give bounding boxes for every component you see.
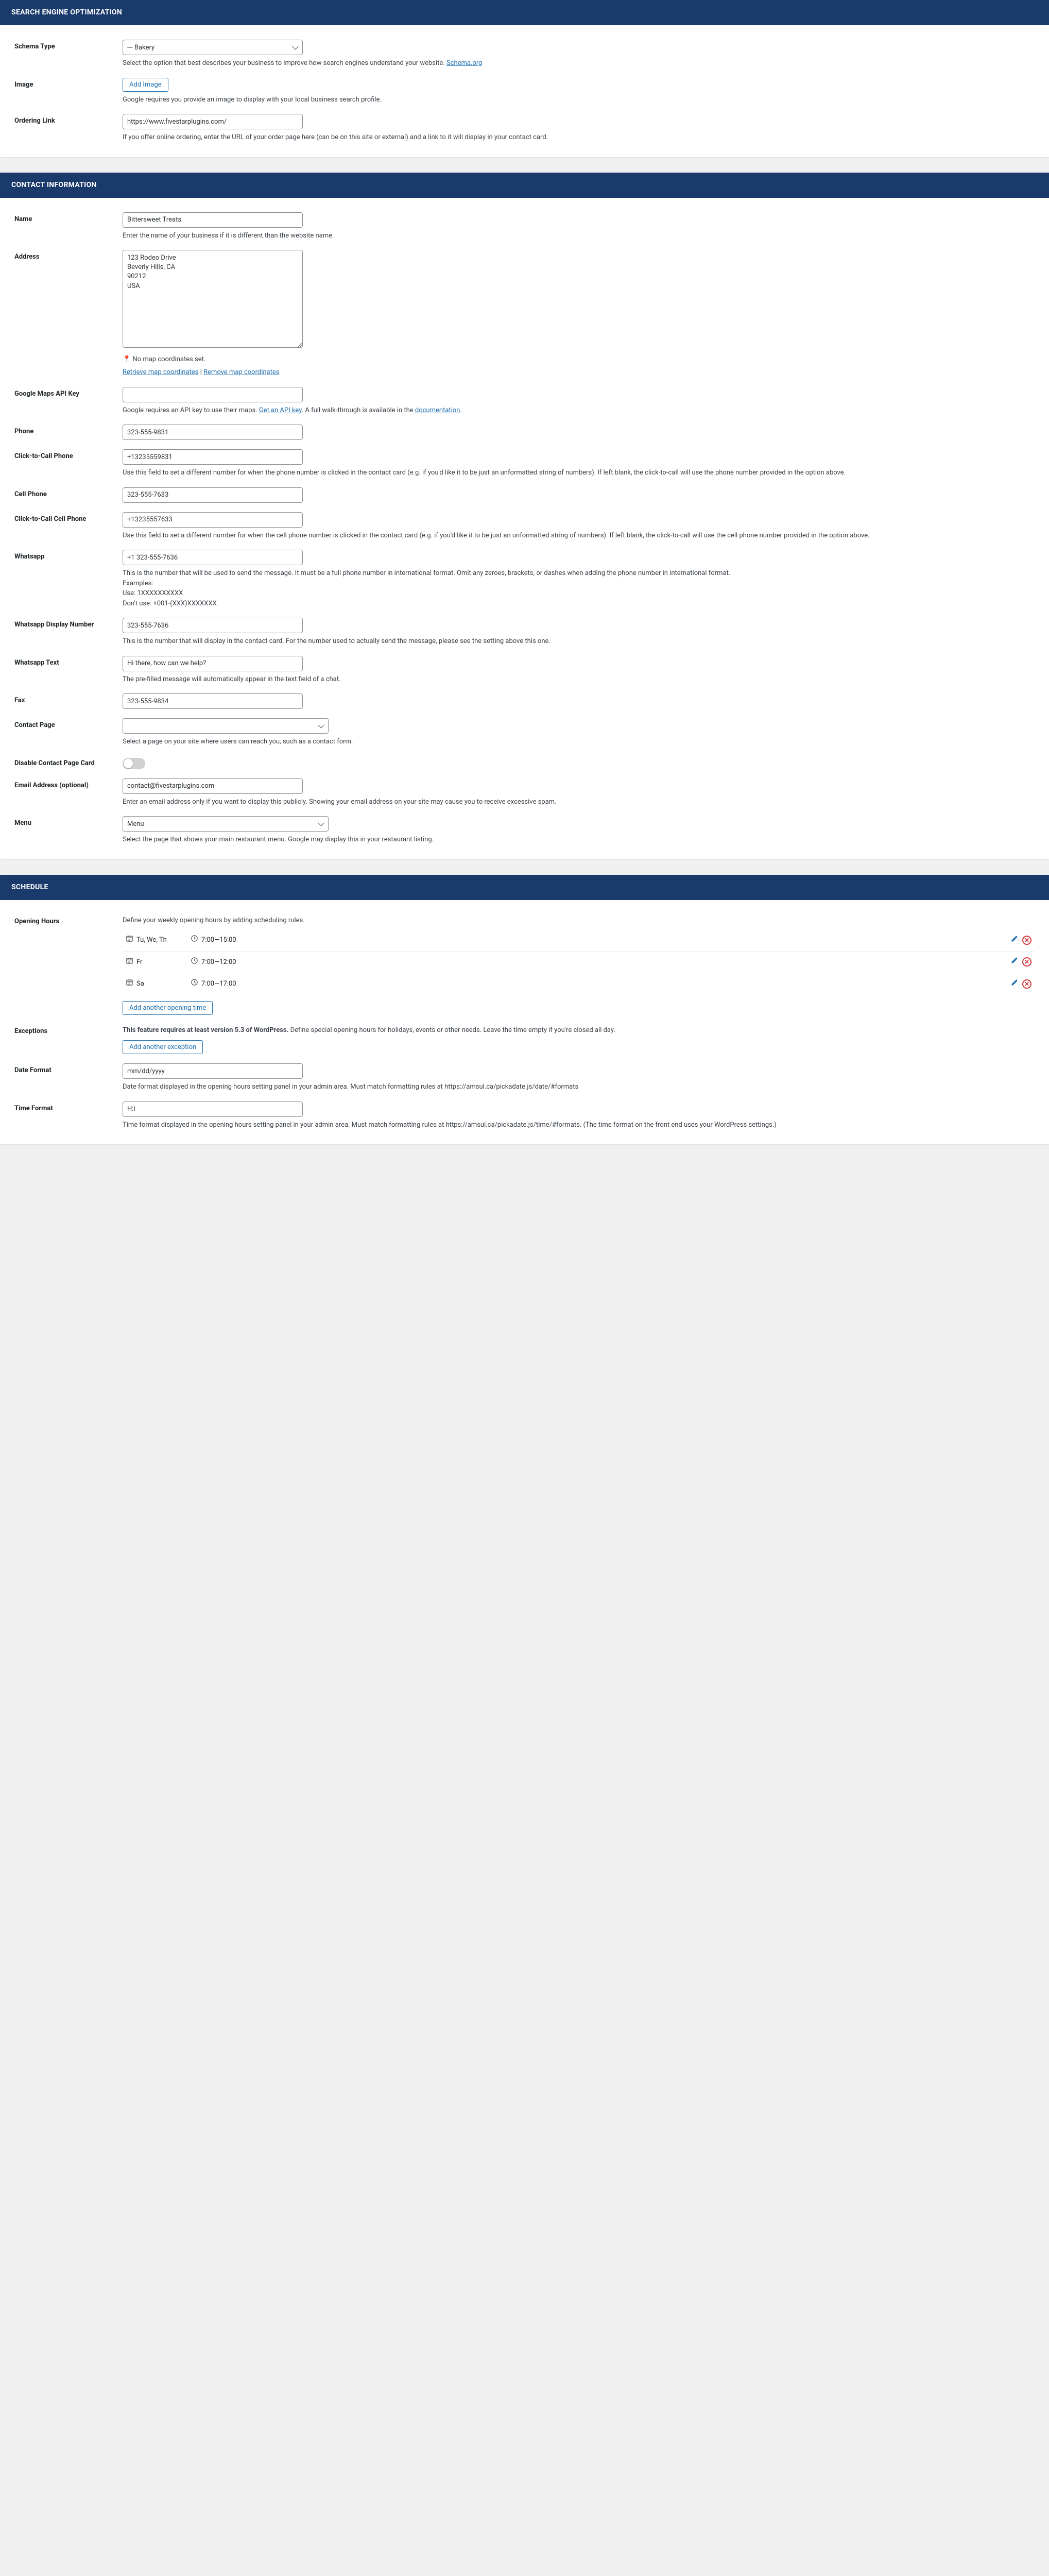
disable-card-label: Disable Contact Page Card — [14, 756, 112, 769]
retrieve-map-link[interactable]: Retrieve map coordinates — [123, 368, 198, 376]
opening-intro: Define your weekly opening hours by addi… — [123, 916, 1035, 926]
add-exception-button[interactable]: Add another exception — [123, 1040, 203, 1054]
add-image-button[interactable]: Add Image — [123, 78, 168, 92]
image-label: Image — [14, 78, 112, 105]
ctc-cell-label: Click-to-Call Cell Phone — [14, 512, 112, 541]
schedule-time-text: 7:00—15:00 — [201, 935, 236, 945]
schedule-time-text: 7:00—12:00 — [201, 957, 236, 968]
edit-icon[interactable] — [1011, 935, 1018, 946]
email-input[interactable] — [123, 778, 303, 794]
schedule-rule-row: Fr 7:00—12:00 ✕ — [123, 952, 1035, 974]
delete-icon[interactable]: ✕ — [1022, 957, 1031, 967]
schedule-days-text: Tu, We, Th — [136, 935, 167, 945]
ordering-link-label: Ordering Link — [14, 114, 112, 143]
schedule-rule-row: Sa 7:00—17:00 ✕ — [123, 973, 1035, 995]
cell-input[interactable] — [123, 487, 303, 503]
ctc-phone-input[interactable] — [123, 449, 303, 465]
contact-page-help: Select a page on your site where users c… — [123, 737, 1035, 747]
ctc-phone-help: Use this field to set a different number… — [123, 468, 1035, 478]
email-label: Email Address (optional) — [14, 778, 112, 807]
name-help: Enter the name of your business if it is… — [123, 231, 1035, 241]
phone-input[interactable] — [123, 425, 303, 440]
remove-map-link[interactable]: Remove map coordinates — [203, 368, 279, 376]
schedule-rules-list: Tu, We, Th 7:00—15:00 ✕ Fr 7:00—12:00 ✕ Sa 7:00… — [123, 929, 1035, 995]
api-key-help: Google requires an API key to use their … — [123, 405, 1035, 416]
whatsapp-help: This is the number that will be used to … — [123, 568, 1035, 608]
whatsapp-text-input[interactable] — [123, 656, 303, 671]
add-opening-button[interactable]: Add another opening time — [123, 1001, 213, 1015]
ctc-phone-label: Click-to-Call Phone — [14, 449, 112, 478]
date-format-label: Date Format — [14, 1063, 112, 1092]
whatsapp-input[interactable] — [123, 550, 303, 565]
contact-page-label: Contact Page — [14, 718, 112, 747]
menu-label: Menu — [14, 816, 112, 845]
contact-panel: CONTACT INFORMATION Name Enter the name … — [0, 173, 1049, 859]
whatsapp-display-label: Whatsapp Display Number — [14, 618, 112, 647]
time-format-help: Time format displayed in the opening hou… — [123, 1120, 1035, 1130]
api-key-label: Google Maps API Key — [14, 387, 112, 416]
whatsapp-display-help: This is the number that will display in … — [123, 636, 1035, 647]
ordering-link-input[interactable] — [123, 114, 303, 129]
opening-hours-label: Opening Hours — [14, 914, 112, 1015]
delete-icon[interactable]: ✕ — [1022, 979, 1031, 989]
date-format-help: Date format displayed in the opening hou… — [123, 1082, 1035, 1092]
contact-page-select[interactable] — [123, 718, 329, 734]
address-textarea[interactable]: 123 Rodeo Drive Beverly Hills, CA 90212 … — [123, 250, 303, 348]
contact-panel-title: CONTACT INFORMATION — [0, 173, 1049, 198]
time-format-input[interactable] — [123, 1101, 303, 1117]
whatsapp-text-label: Whatsapp Text — [14, 656, 112, 685]
schedule-days-text: Sa — [136, 979, 144, 989]
ordering-link-help: If you offer online ordering, enter the … — [123, 132, 1035, 143]
clock-icon — [191, 978, 198, 990]
whatsapp-display-input[interactable] — [123, 618, 303, 633]
schema-type-label: Schema Type — [14, 40, 112, 69]
schema-type-select[interactable]: --- Bakery — [123, 40, 303, 55]
schedule-panel-title: SCHEDULE — [0, 875, 1049, 900]
map-pin-icon: 📍 — [123, 355, 131, 363]
time-format-label: Time Format — [14, 1101, 112, 1130]
edit-icon[interactable] — [1011, 957, 1018, 968]
seo-panel-title: SEARCH ENGINE OPTIMIZATION — [0, 0, 1049, 25]
calendar-icon — [126, 978, 133, 990]
disable-card-toggle[interactable] — [123, 758, 145, 769]
menu-select[interactable]: Menu — [123, 816, 329, 832]
ctc-cell-input[interactable] — [123, 512, 303, 528]
whatsapp-label: Whatsapp — [14, 550, 112, 608]
schedule-time-text: 7:00—17:00 — [201, 979, 236, 989]
cell-label: Cell Phone — [14, 487, 112, 503]
schedule-days-text: Fr — [136, 957, 142, 968]
date-format-input[interactable] — [123, 1063, 303, 1079]
get-api-key-link[interactable]: Get an API key — [259, 406, 302, 414]
fax-input[interactable] — [123, 693, 303, 709]
seo-panel: SEARCH ENGINE OPTIMIZATION Schema Type -… — [0, 0, 1049, 157]
toggle-knob — [124, 759, 133, 768]
schedule-rule-row: Tu, We, Th 7:00—15:00 ✕ — [123, 929, 1035, 952]
clock-icon — [191, 957, 198, 968]
name-label: Name — [14, 212, 112, 241]
exceptions-help: This feature requires at least version 5… — [123, 1025, 1035, 1036]
calendar-icon — [126, 957, 133, 968]
documentation-link[interactable]: documentation — [415, 406, 460, 414]
whatsapp-text-help: The pre-filled message will automaticall… — [123, 674, 1035, 685]
clock-icon — [191, 935, 198, 946]
delete-icon[interactable]: ✕ — [1022, 936, 1031, 945]
schema-type-help: Select the option that best describes yo… — [123, 58, 1035, 69]
edit-icon[interactable] — [1011, 979, 1018, 990]
calendar-icon — [126, 935, 133, 946]
image-help: Google requires you provide an image to … — [123, 95, 1035, 105]
menu-help: Select the page that shows your main res… — [123, 835, 1035, 845]
phone-label: Phone — [14, 425, 112, 440]
exceptions-label: Exceptions — [14, 1024, 112, 1055]
address-label: Address — [14, 250, 112, 378]
no-map-text: No map coordinates set. — [132, 355, 205, 363]
ctc-cell-help: Use this field to set a different number… — [123, 531, 1035, 541]
email-help: Enter an email address only if you want … — [123, 797, 1035, 807]
name-input[interactable] — [123, 212, 303, 228]
fax-label: Fax — [14, 693, 112, 709]
schema-org-link[interactable]: Schema.org — [446, 59, 482, 67]
api-key-input[interactable] — [123, 387, 303, 402]
schedule-panel: SCHEDULE Opening Hours Define your weekl… — [0, 875, 1049, 1145]
